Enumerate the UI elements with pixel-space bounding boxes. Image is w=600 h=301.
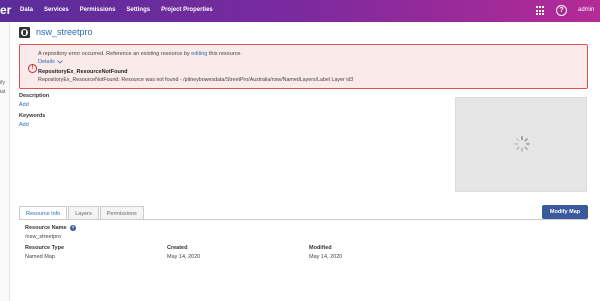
app-brand[interactable]: er	[0, 3, 11, 17]
nav-data[interactable]: Data	[20, 7, 33, 13]
error-alert: ! A repository error occurred. Reference…	[19, 44, 588, 89]
tab-resource-info[interactable]: Resource Info	[19, 206, 68, 220]
nav-project-properties[interactable]: Project Properties	[161, 7, 213, 13]
resource-name-value: /nsw_streetpro	[25, 234, 62, 240]
tab-divider	[19, 219, 588, 220]
nav-permissions[interactable]: Permissions	[80, 7, 116, 13]
alert-message-text: A repository error occurred. Reference a…	[38, 51, 192, 57]
tab-layers[interactable]: Layers	[68, 206, 99, 220]
help-icon[interactable]: ?	[556, 5, 567, 16]
resource-name-label: Resource Name	[25, 225, 67, 231]
info-icon[interactable]: ?	[70, 225, 76, 231]
keywords-add-link[interactable]: Add	[19, 122, 29, 128]
error-icon: !	[28, 64, 37, 73]
tab-permissions[interactable]: Permissions	[99, 206, 144, 220]
left-side-panel: ify iat	[0, 22, 10, 301]
resource-tabs: Resource Info Layers Permissions	[19, 206, 145, 220]
modified-value: May 14, 2020	[309, 254, 343, 260]
details-label: Details	[38, 59, 55, 65]
map-preview	[455, 97, 587, 192]
nav-services[interactable]: Services	[44, 7, 69, 13]
description-label: Description	[19, 93, 50, 99]
modified-label: Modified	[309, 245, 332, 251]
page-title: nsw_streetpro	[36, 27, 93, 37]
details-toggle[interactable]: Details	[38, 59, 64, 65]
description-add-link[interactable]: Add	[19, 102, 29, 108]
globe-icon	[19, 27, 30, 38]
modify-map-button[interactable]: Modify Map	[542, 205, 588, 219]
top-navigation-bar: er Data Services Permissions Settings Pr…	[0, 0, 600, 22]
main-nav: Data Services Permissions Settings Proje…	[20, 7, 224, 13]
error-detail: RepositoryEx_ResourceNotFound: Resource …	[38, 77, 354, 83]
alert-message-text: this resource.	[207, 51, 242, 57]
user-menu[interactable]: admin	[578, 7, 594, 13]
left-panel-text: iat	[0, 89, 6, 95]
error-name: RepositoryEx_ResourceNotFound	[38, 69, 128, 75]
resource-type-value: Named Map	[25, 254, 55, 260]
loading-spinner-icon	[514, 136, 530, 152]
editing-link[interactable]: editing	[191, 51, 207, 57]
keywords-label: Keywords	[19, 113, 46, 119]
resource-type-label: Resource Type	[25, 245, 65, 251]
left-panel-text: ify	[0, 80, 5, 86]
created-label: Created	[167, 245, 188, 251]
chevron-down-icon	[57, 59, 64, 64]
alert-message: A repository error occurred. Reference a…	[38, 51, 242, 57]
apps-grid-icon[interactable]	[536, 6, 546, 16]
created-value: May 14, 2020	[167, 254, 201, 260]
nav-settings[interactable]: Settings	[126, 7, 150, 13]
